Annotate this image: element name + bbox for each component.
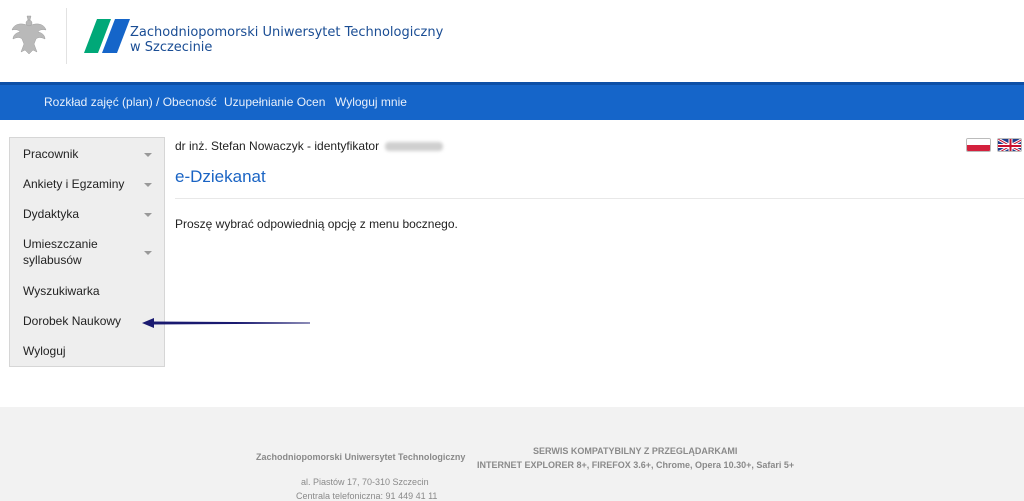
sidebar-item-ankiety[interactable]: Ankiety i Egzaminy	[23, 176, 124, 192]
sidebar-item-dorobek[interactable]: Dorobek Naukowy	[23, 313, 121, 329]
sidebar-item-wyloguj[interactable]: Wyloguj	[23, 343, 66, 359]
header: Zachodniopomorski Uniwersytet Technologi…	[0, 0, 1024, 82]
footer: Zachodniopomorski Uniwersytet Technologi…	[0, 407, 1024, 501]
university-name-line1: Zachodniopomorski Uniwersytet Technologi…	[130, 25, 444, 40]
user-name-label: dr inż. Stefan Nowaczyk - identyfikator	[175, 139, 380, 153]
header-divider	[66, 8, 67, 64]
page-title: e-Dziekanat	[175, 167, 266, 186]
university-name: Zachodniopomorski Uniwersytet Technologi…	[130, 25, 443, 55]
redacted-identifier	[385, 142, 444, 152]
top-navbar: Rozkład zajęć (plan) / Obecność Uzupełni…	[0, 82, 1024, 120]
sidebar-item-syllabusy[interactable]: Umieszczanie syllabusów	[23, 236, 98, 268]
polish-flag-icon[interactable]	[966, 138, 991, 152]
sidebar-item-pracownik[interactable]: Pracownik	[23, 146, 78, 162]
english-flag-icon[interactable]	[997, 138, 1022, 152]
chevron-down-icon[interactable]	[144, 213, 152, 217]
eagle-emblem-icon	[11, 15, 47, 55]
instruction-message: Proszę wybrać odpowiednią opcję z menu b…	[175, 217, 458, 231]
chevron-down-icon[interactable]	[144, 183, 152, 187]
sidebar-item-wyszukiwarka[interactable]: Wyszukiwarka	[23, 283, 100, 299]
footer-org-name: Zachodniopomorski Uniwersytet Technologi…	[256, 452, 466, 462]
nav-link-logout[interactable]: Wyloguj mnie	[335, 95, 407, 109]
footer-address: al. Piastów 17, 70-310 Szczecin	[301, 477, 429, 487]
sidebar-item-dydaktyka[interactable]: Dydaktyka	[23, 206, 79, 222]
title-divider	[175, 198, 1024, 199]
sidebar-item-label: syllabusów	[23, 253, 82, 267]
sidebar-item-label: Umieszczanie	[23, 237, 98, 251]
footer-compat-heading: SERWIS KOMPATYBILNY Z PRZEGLĄDARKAMI	[533, 446, 738, 456]
nav-link-schedule[interactable]: Rozkład zajęć (plan) / Obecność	[44, 95, 217, 109]
arrow-pointer-icon	[142, 318, 310, 328]
footer-phone: Centrala telefoniczna: 91 449 41 11	[296, 491, 438, 501]
nav-link-grades[interactable]: Uzupełnianie Ocen	[224, 95, 325, 109]
chevron-down-icon[interactable]	[144, 153, 152, 157]
zut-logo-icon	[84, 19, 130, 53]
user-identity: dr inż. Stefan Nowaczyk - identyfikator	[175, 139, 444, 153]
university-name-line2: w Szczecinie	[130, 40, 213, 55]
sidebar-menu: Pracownik Ankiety i Egzaminy Dydaktyka U…	[9, 137, 165, 367]
footer-compat-browsers: INTERNET EXPLORER 8+, FIREFOX 3.6+, Chro…	[477, 460, 795, 470]
chevron-down-icon[interactable]	[144, 251, 152, 255]
